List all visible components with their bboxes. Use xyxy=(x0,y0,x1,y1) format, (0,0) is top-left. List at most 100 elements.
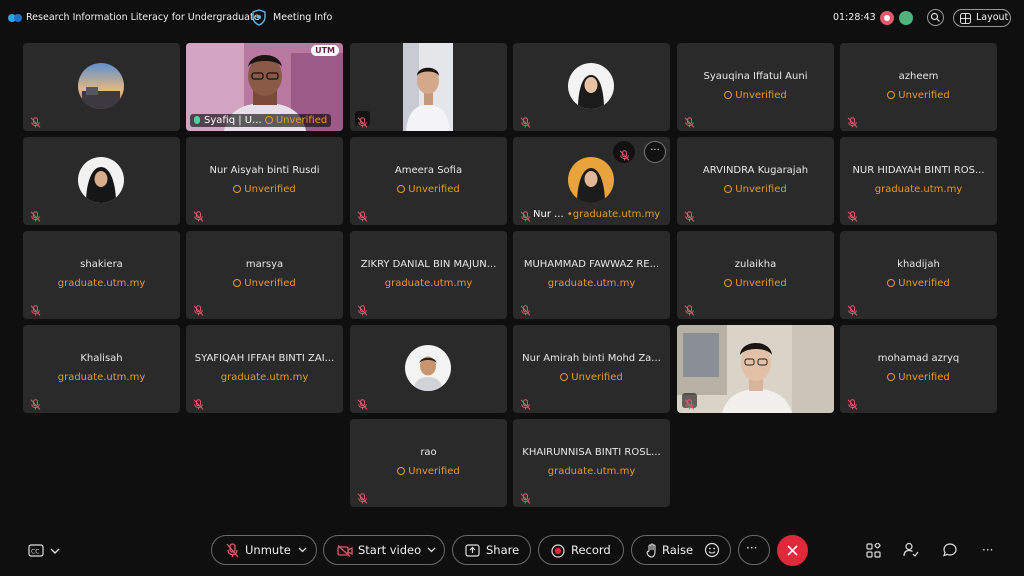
svg-text:CC: CC xyxy=(31,549,39,556)
leave-meeting-button[interactable] xyxy=(777,535,808,566)
participant-status-line: Unverified xyxy=(844,278,993,289)
participant-tile[interactable]: ··· Nur ... •graduate.utm.my xyxy=(513,137,670,225)
participant-tile[interactable] xyxy=(513,43,670,131)
shield-info-icon[interactable] xyxy=(252,9,266,26)
muted-mic-icon xyxy=(847,207,858,222)
participant-tile[interactable]: Nur Aisyah binti Rusdi Unverified xyxy=(186,137,343,225)
mute-participant-button[interactable] xyxy=(613,141,635,163)
warning-icon xyxy=(724,91,733,99)
participant-tile[interactable] xyxy=(677,325,834,413)
participant-status: Unverified xyxy=(898,372,950,383)
muted-mic-icon xyxy=(520,301,531,316)
participant-status-line: Unverified xyxy=(190,278,339,289)
top-bar: Research Information Literacy for Underg… xyxy=(0,0,1024,38)
participant-tile[interactable]: SYAFIQAH IFFAH BINTI ZAI... graduate.utm.… xyxy=(186,325,343,413)
avatar xyxy=(568,63,614,109)
participant-tile[interactable]: shakiera graduate.utm.my xyxy=(23,231,180,319)
participant-tile[interactable]: ARVINDRA Kugarajah Unverified xyxy=(677,137,834,225)
participant-name: SYAFIQAH IFFAH BINTI ZAI... xyxy=(194,353,335,364)
participant-tile[interactable] xyxy=(350,43,507,131)
muted-mic-icon xyxy=(682,393,697,410)
share-screen-icon xyxy=(465,544,480,557)
participant-more-button[interactable]: ··· xyxy=(644,141,666,163)
participant-tile[interactable]: Khalisah graduate.utm.my xyxy=(23,325,180,413)
participant-tile[interactable] xyxy=(23,43,180,131)
participant-tile[interactable]: ZIKRY DANIAL BIN MAJUN... graduate.utm.my xyxy=(350,231,507,319)
start-video-button[interactable]: Start video xyxy=(323,535,445,565)
muted-mic-icon xyxy=(357,489,368,504)
meeting-info-button[interactable]: Meeting Info xyxy=(273,12,332,23)
video-off-icon xyxy=(337,545,353,557)
participant-tile[interactable]: marsya Unverified xyxy=(186,231,343,319)
participants-icon[interactable] xyxy=(903,542,919,558)
chevron-down-icon[interactable] xyxy=(298,547,307,553)
muted-mic-icon xyxy=(684,113,695,128)
apps-icon[interactable] xyxy=(866,543,881,558)
participant-video xyxy=(677,325,834,413)
participant-name: MUHAMMAD FAWWAZ RE... xyxy=(523,259,660,270)
raise-hand-icon xyxy=(646,543,656,558)
muted-mic-icon xyxy=(357,395,368,410)
muted-mic-icon xyxy=(847,301,858,316)
participant-tile[interactable] xyxy=(350,325,507,413)
microphone-muted-icon xyxy=(226,543,239,558)
participant-tile[interactable]: Syauqina Iffatul Auni Unverified xyxy=(677,43,834,131)
participant-tile[interactable] xyxy=(23,137,180,225)
participant-status-line: graduate.utm.my xyxy=(27,278,176,289)
participant-tile[interactable]: azheem Unverified xyxy=(840,43,997,131)
participant-tile[interactable]: NUR HIDAYAH BINTI ROS... graduate.utm.my xyxy=(840,137,997,225)
muted-mic-icon xyxy=(355,111,370,128)
muted-mic-icon xyxy=(30,113,41,128)
network-signal-icon[interactable] xyxy=(899,11,913,25)
record-button[interactable]: Record xyxy=(538,535,624,565)
muted-mic-icon xyxy=(847,113,858,128)
muted-mic-icon xyxy=(520,395,531,410)
participant-status-line: Unverified xyxy=(844,372,993,383)
participant-name: khadijah xyxy=(897,259,940,270)
participant-tile[interactable]: MUHAMMAD FAWWAZ RE... graduate.utm.my xyxy=(513,231,670,319)
participant-tile[interactable]: mohamad azryq Unverified xyxy=(840,325,997,413)
unmute-button[interactable]: Unmute xyxy=(211,535,317,565)
participant-name: NUR HIDAYAH BINTI ROS... xyxy=(852,165,985,176)
participant-tile[interactable]: KHAIRUNNISA BINTI ROSL... graduate.utm.my xyxy=(513,419,670,507)
participant-tile[interactable]: UTM Syafiq | U... Unverified xyxy=(186,43,343,131)
participant-status-line: Unverified xyxy=(681,278,830,289)
participant-tile[interactable]: rao Unverified xyxy=(350,419,507,507)
participant-name: Syauqina Iffatul Auni xyxy=(703,71,808,82)
warning-icon xyxy=(887,279,896,287)
participant-status: Unverified xyxy=(408,466,460,477)
warning-icon xyxy=(887,91,896,99)
participant-status: Unverified xyxy=(735,90,787,101)
more-icon: ··· xyxy=(746,541,758,555)
participant-tile[interactable]: zulaikha Unverified xyxy=(677,231,834,319)
recording-indicator-icon xyxy=(880,11,894,25)
muted-mic-icon xyxy=(684,301,695,316)
muted-mic-icon xyxy=(193,207,204,222)
participant-tile[interactable]: Nur Amirah binti Mohd Za... Unverified xyxy=(513,325,670,413)
participant-tile[interactable]: khadijah Unverified xyxy=(840,231,997,319)
participant-name: rao xyxy=(420,447,437,458)
participant-name: Ameera Sofia xyxy=(394,165,463,176)
overflow-menu-icon[interactable]: ··· xyxy=(982,543,993,557)
muted-mic-icon xyxy=(30,395,41,410)
search-zoom-button[interactable] xyxy=(927,9,944,26)
participant-status-line: Unverified xyxy=(354,466,503,477)
muted-mic-icon xyxy=(684,207,695,222)
warning-icon xyxy=(724,185,733,193)
closed-captions-button[interactable]: CC xyxy=(28,543,62,562)
participant-name: zulaikha xyxy=(734,259,777,270)
chat-icon[interactable] xyxy=(942,542,958,558)
participant-domain: graduate.utm.my xyxy=(547,278,636,289)
participant-name: mohamad azryq xyxy=(877,353,960,364)
reactions-icon[interactable] xyxy=(704,542,720,558)
raise-hand-button[interactable]: Raise xyxy=(631,535,731,565)
share-button[interactable]: Share xyxy=(452,535,531,565)
participant-tile[interactable]: Ameera Sofia Unverified xyxy=(350,137,507,225)
participant-status-line: graduate.utm.my xyxy=(190,372,339,383)
participant-name: Khalisah xyxy=(80,353,123,364)
participant-status: Unverified xyxy=(408,184,460,195)
chevron-down-icon[interactable] xyxy=(427,547,436,553)
more-options-button[interactable]: ··· xyxy=(738,535,770,565)
participant-domain: graduate.utm.my xyxy=(57,278,146,289)
layout-button[interactable]: Layout xyxy=(953,9,1011,27)
